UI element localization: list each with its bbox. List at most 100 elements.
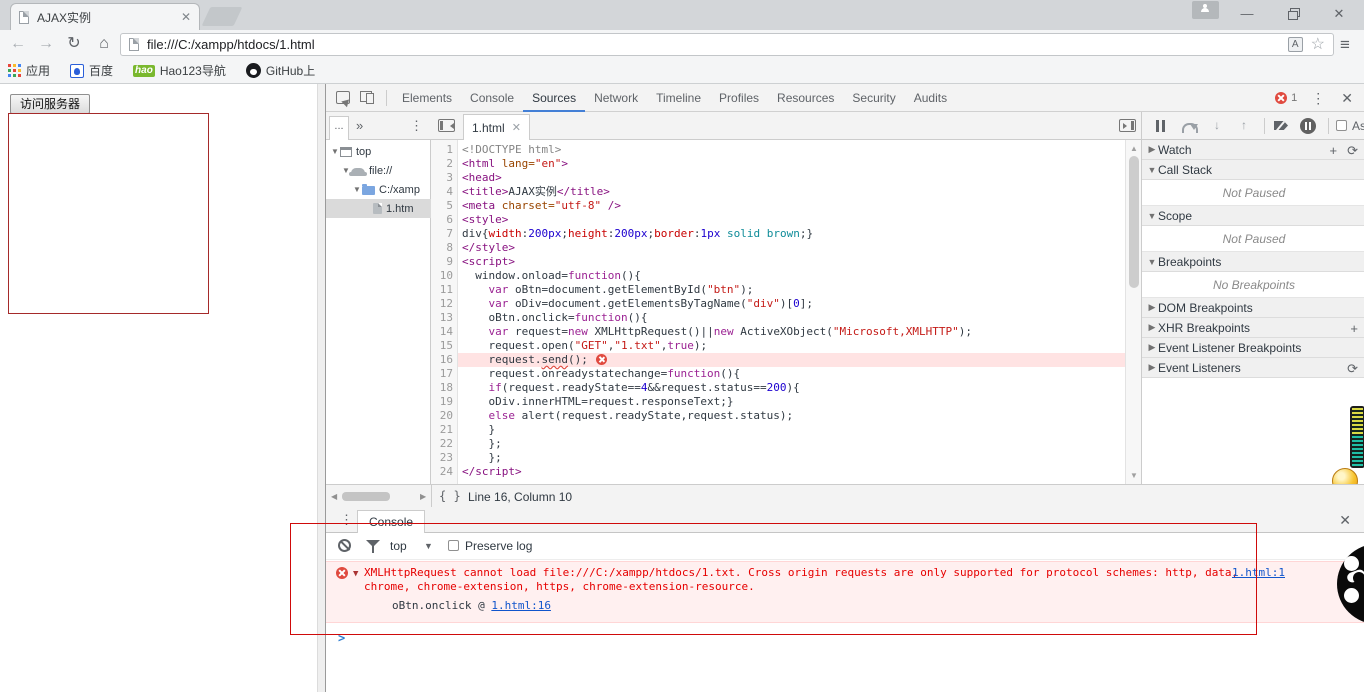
line-number[interactable]: 15: [431, 339, 457, 353]
devtools-tab-network[interactable]: Network: [585, 84, 647, 112]
execution-context-select[interactable]: top: [390, 539, 407, 553]
refresh-icon[interactable]: ⟳: [1347, 144, 1358, 157]
async-checkbox[interactable]: [1336, 120, 1347, 131]
scroll-left-icon[interactable]: ◀: [331, 492, 337, 501]
line-number[interactable]: 17: [431, 367, 457, 381]
file-tab-close-icon[interactable]: ✕: [512, 121, 521, 134]
forward-button[interactable]: →: [34, 32, 58, 56]
editor-scrollbar[interactable]: ▲ ▼: [1125, 140, 1141, 484]
line-number[interactable]: 4: [431, 185, 457, 199]
line-number[interactable]: 5: [431, 199, 457, 213]
line-number[interactable]: 7: [431, 227, 457, 241]
bookmark-item[interactable]: hao Hao123导航: [133, 62, 226, 79]
devtools-tab-console[interactable]: Console: [461, 84, 523, 112]
error-count[interactable]: 1: [1291, 92, 1297, 104]
h-scrollbar-thumb[interactable]: [342, 492, 390, 501]
restore-button[interactable]: [1278, 4, 1308, 24]
more-tabs-icon[interactable]: »: [356, 118, 363, 133]
step-out-icon[interactable]: ↑: [1241, 118, 1247, 132]
scroll-right-icon[interactable]: ▶: [420, 492, 426, 501]
section-expander-icon[interactable]: ▼: [1146, 165, 1158, 175]
file-tree-item-top[interactable]: ▼ top: [326, 142, 431, 161]
step-into-icon[interactable]: ↓: [1214, 118, 1220, 132]
section-header-call-stack[interactable]: ▼ Call Stack: [1142, 160, 1364, 180]
console-menu-icon[interactable]: ⋮: [340, 512, 353, 528]
section-header-scope[interactable]: ▼ Scope: [1142, 206, 1364, 226]
section-expander-icon[interactable]: ▶: [1146, 302, 1158, 313]
line-number[interactable]: 10: [431, 269, 457, 283]
error-badge-icon[interactable]: [1275, 92, 1288, 104]
error-location-link[interactable]: 1.html:1: [1232, 566, 1285, 580]
section-header-breakpoints[interactable]: ▼ Breakpoints: [1142, 252, 1364, 272]
url-text[interactable]: file:///C:/xampp/htdocs/1.html: [147, 37, 1288, 52]
line-number[interactable]: 19: [431, 395, 457, 409]
line-number[interactable]: 13: [431, 311, 457, 325]
scrollbar-thumb[interactable]: [1129, 156, 1139, 288]
filter-icon[interactable]: [366, 540, 380, 553]
bookmark-item[interactable]: GitHub上: [245, 62, 315, 79]
line-number[interactable]: 24: [431, 465, 457, 479]
line-number[interactable]: 2: [431, 157, 457, 171]
line-number[interactable]: 3: [431, 171, 457, 185]
line-number[interactable]: 23: [431, 451, 457, 465]
profile-button[interactable]: [1192, 1, 1219, 19]
line-number[interactable]: 12: [431, 297, 457, 311]
devtools-splitter[interactable]: [317, 84, 325, 692]
section-header-event-listeners[interactable]: ▶ Event Listeners ⟳: [1142, 358, 1364, 378]
refresh-icon[interactable]: ⟳: [1347, 362, 1358, 375]
console-prompt[interactable]: >: [338, 631, 345, 645]
line-number[interactable]: 20: [431, 409, 457, 423]
visit-server-button[interactable]: 访问服务器: [10, 94, 90, 114]
file-tree-item-1-htm[interactable]: 1.htm: [326, 199, 431, 218]
line-error-icon[interactable]: [596, 354, 608, 365]
section-header-xhr-breakpoints[interactable]: ▶ XHR Breakpoints +: [1142, 318, 1364, 338]
url-bar[interactable]: file:///C:/xampp/htdocs/1.html A ☆: [120, 33, 1334, 56]
home-button[interactable]: ⌂: [92, 32, 116, 56]
section-header-event-listener-breakpoints[interactable]: ▶ Event Listener Breakpoints: [1142, 338, 1364, 358]
expand-error-icon[interactable]: ▼: [353, 567, 358, 581]
devtools-tab-resources[interactable]: Resources: [768, 84, 843, 112]
inspect-element-icon[interactable]: [336, 91, 350, 104]
console-close-icon[interactable]: ✕: [1339, 512, 1351, 529]
back-button[interactable]: ←: [6, 32, 30, 56]
clear-console-icon[interactable]: [338, 539, 351, 552]
line-number[interactable]: 16: [431, 353, 457, 367]
bookmark-item[interactable]: 百度: [70, 62, 113, 79]
section-header-dom-breakpoints[interactable]: ▶ DOM Breakpoints: [1142, 298, 1364, 318]
scroll-down-icon[interactable]: ▼: [1130, 471, 1138, 480]
toggle-drawer-icon[interactable]: [1119, 119, 1136, 132]
line-number[interactable]: 11: [431, 283, 457, 297]
line-number[interactable]: 14: [431, 325, 457, 339]
stack-source-link[interactable]: 1.html:16: [491, 599, 551, 612]
close-window-button[interactable]: ✕: [1324, 4, 1354, 24]
section-expander-icon[interactable]: ▶: [1146, 342, 1158, 353]
line-number[interactable]: 6: [431, 213, 457, 227]
file-tree-item-file-[interactable]: ▼ file://: [326, 161, 431, 180]
devtools-tab-security[interactable]: Security: [843, 84, 904, 112]
section-header-watch[interactable]: ▶ Watch + ⟳: [1142, 140, 1364, 160]
line-number[interactable]: 9: [431, 255, 457, 269]
new-tab-button[interactable]: [201, 7, 243, 26]
step-over-icon[interactable]: [1182, 121, 1198, 133]
devtools-close-icon[interactable]: ✕: [1341, 90, 1353, 107]
section-expander-icon[interactable]: ▼: [1146, 211, 1158, 221]
editor-file-tab[interactable]: 1.html ✕: [463, 114, 530, 140]
section-expander-icon[interactable]: ▼: [1146, 257, 1158, 267]
minimize-button[interactable]: —: [1232, 4, 1262, 24]
context-caret-icon[interactable]: ▼: [424, 541, 433, 551]
device-mode-icon[interactable]: [360, 91, 374, 104]
tab-close-icon[interactable]: ✕: [181, 10, 191, 24]
bookmark-star-icon[interactable]: ☆: [1311, 36, 1325, 53]
preserve-log-checkbox[interactable]: [448, 540, 459, 551]
reload-button[interactable]: ↻: [62, 32, 86, 56]
line-number[interactable]: 21: [431, 423, 457, 437]
add-icon[interactable]: +: [1330, 144, 1338, 157]
devtools-tab-profiles[interactable]: Profiles: [710, 84, 768, 112]
add-icon[interactable]: +: [1350, 322, 1358, 335]
toggle-navigator-icon[interactable]: [438, 119, 455, 132]
section-expander-icon[interactable]: ▶: [1146, 362, 1158, 373]
browser-tab[interactable]: AJAX实例 ✕: [10, 3, 200, 30]
line-number[interactable]: 22: [431, 437, 457, 451]
devtools-tab-audits[interactable]: Audits: [905, 84, 956, 112]
section-expander-icon[interactable]: ▶: [1146, 322, 1158, 333]
